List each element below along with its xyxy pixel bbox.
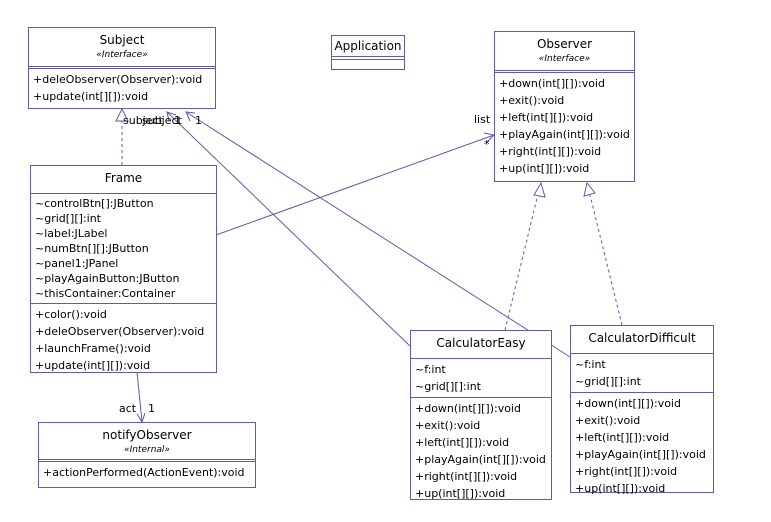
class-application[interactable]: Application <box>331 35 405 70</box>
attribute: ~grid[][]:int <box>35 212 101 225</box>
method: +down(int[][]):void <box>499 77 605 90</box>
method: +down(int[][]):void <box>575 397 681 410</box>
method: +right(int[][]):void <box>415 470 518 483</box>
uml-class-diagram: Subject «Interface» +deleObserver(Observ… <box>0 0 771 522</box>
class-calculator-difficult[interactable]: CalculatorDifficult ~f:int ~grid[][]:int… <box>570 325 714 495</box>
methods <box>332 59 404 63</box>
method: +playAgain(int[][]):void <box>575 448 706 461</box>
method: +left(int[][]):void <box>575 431 670 444</box>
class-name: Subject <box>99 33 145 47</box>
method: +actionPerformed(ActionEvent):void <box>43 466 245 479</box>
stereotype: «Interface» <box>96 50 148 60</box>
class-observer[interactable]: Observer «Interface» +down(int[][]):void… <box>494 31 635 182</box>
methods: +deleObserver(Observer):void +update(int… <box>29 66 215 107</box>
method: +deleObserver(Observer):void <box>33 73 203 86</box>
class-name: Observer <box>536 37 593 51</box>
method: +up(int[][]):void <box>415 487 506 500</box>
class-calculator-easy[interactable]: CalculatorEasy ~f:int ~grid[][]:int +dow… <box>410 330 552 500</box>
multiplicity-label: * <box>484 138 490 151</box>
method: +right(int[][]):void <box>575 465 678 478</box>
stereotype: «Internal» <box>124 445 170 455</box>
attribute: ~label:JLabel <box>35 227 108 240</box>
multiplicity-label: 1 <box>195 114 202 127</box>
method: +deleObserver(Observer):void <box>35 325 205 338</box>
method: +update(int[][]):void <box>33 90 149 103</box>
attribute: ~panel1:JPanel <box>35 257 119 270</box>
method: +left(int[][]):void <box>499 111 594 124</box>
attributes: ~f:int ~grid[][]:int <box>411 358 551 397</box>
class-notify-observer[interactable]: notifyObserver «Internal» +actionPerform… <box>38 422 256 488</box>
method: +launchFrame():void <box>35 342 151 355</box>
attribute: ~f:int <box>415 363 446 376</box>
method: +playAgain(int[][]):void <box>415 453 546 466</box>
class-name: notifyObserver <box>102 428 192 442</box>
class-subject[interactable]: Subject «Interface» +deleObserver(Observ… <box>28 27 216 109</box>
attribute: ~playAgainButton:JButton <box>35 272 180 285</box>
method: +left(int[][]):void <box>415 436 510 449</box>
attribute: ~f:int <box>575 358 606 371</box>
stereotype: «Interface» <box>538 54 591 64</box>
method: +exit():void <box>499 94 565 107</box>
methods: +actionPerformed(ActionEvent):void <box>39 459 255 483</box>
easy-realizes-observer <box>504 193 539 331</box>
attributes: ~controlBtn[]:JButton ~grid[][]:int ~lab… <box>31 193 216 303</box>
role-label-act: act <box>119 402 137 415</box>
class-name: Frame <box>104 171 143 185</box>
method: +update(int[][]):void <box>35 359 151 372</box>
attribute: ~grid[][]:int <box>415 380 481 393</box>
realization-triangle-observer-2 <box>583 181 596 197</box>
method: +playAgain(int[][]):void <box>499 128 630 141</box>
attribute: ~controlBtn[]:JButton <box>35 197 154 210</box>
method: +down(int[][]):void <box>415 402 521 415</box>
difficult-realizes-observer <box>589 194 623 326</box>
multiplicity-label: 1 <box>174 114 181 127</box>
methods: +down(int[][]):void +exit():void +left(i… <box>571 392 713 499</box>
method: +up(int[][]):void <box>499 162 590 175</box>
role-label-list: list <box>474 113 491 126</box>
attribute: ~numBtn[][]:JButton <box>35 242 149 255</box>
class-frame[interactable]: Frame ~controlBtn[]:JButton ~grid[][]:in… <box>30 165 217 373</box>
method: +exit():void <box>575 414 641 427</box>
class-name: Application <box>334 39 402 53</box>
attributes: ~f:int ~grid[][]:int <box>571 353 713 392</box>
attribute: ~grid[][]:int <box>575 375 641 388</box>
class-name: CalculatorDifficult <box>588 331 696 345</box>
method: +exit():void <box>415 419 481 432</box>
realization-triangle-observer-1 <box>533 181 546 198</box>
method: +color():void <box>35 308 107 321</box>
class-name: CalculatorEasy <box>436 336 526 350</box>
methods: +color():void +deleObserver(Observer):vo… <box>31 303 216 376</box>
attribute: ~thisContainer:Container <box>35 287 176 300</box>
methods: +down(int[][]):void +exit():void +left(i… <box>495 70 634 179</box>
method: +right(int[][]):void <box>499 145 602 158</box>
methods: +down(int[][]):void +exit():void +left(i… <box>411 397 551 504</box>
multiplicity-label: 1 <box>148 402 155 415</box>
method: +up(int[][]):void <box>575 482 666 495</box>
